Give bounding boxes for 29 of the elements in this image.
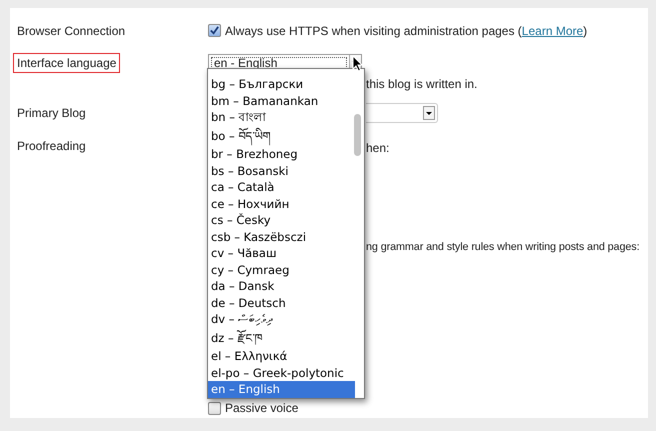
- language-option[interactable]: da – Dansk: [208, 278, 355, 294]
- language-option[interactable]: bm – Bamanankan: [208, 92, 355, 109]
- language-option[interactable]: el-po – Greek-polytonic: [208, 364, 355, 381]
- language-option[interactable]: cs – Česky: [208, 212, 355, 228]
- language-option[interactable]: dv – ދިވެހިބަސް: [208, 311, 355, 328]
- field-label: Interface language: [13, 53, 120, 73]
- language-option[interactable]: bn – বাংলা: [208, 109, 355, 126]
- language-option[interactable]: cv – Чăваш: [208, 245, 355, 262]
- field-label: Primary Blog: [16, 105, 87, 122]
- language-option[interactable]: en – English: [208, 381, 355, 398]
- help-text: ng grammar and style rules when writing posts and pages:: [366, 241, 640, 253]
- field-label: Proofreading: [16, 138, 87, 155]
- language-option[interactable]: el – Ελληνικά: [208, 348, 355, 364]
- language-option[interactable]: csb – Kaszëbsczi: [208, 228, 355, 245]
- language-option[interactable]: ce – Нохчийн: [208, 196, 355, 212]
- language-option[interactable]: cy – Cymraeg: [208, 262, 355, 278]
- help-text: this blog is written in.: [366, 77, 478, 91]
- language-option[interactable]: bo – བོད་ཡིག: [208, 126, 355, 146]
- checkbox-label: Passive voice: [225, 401, 298, 415]
- field-label: Browser Connection: [16, 22, 126, 40]
- learn-more-link[interactable]: Learn More: [522, 24, 584, 38]
- language-option[interactable]: dz – རྫོང་ཁ: [208, 328, 355, 348]
- language-option[interactable]: de – Deutsch: [208, 294, 355, 311]
- language-option[interactable]: bg – Български: [208, 76, 355, 92]
- checkbox-label: Always use HTTPS when visiting administration pages (Learn More): [225, 24, 588, 38]
- language-option[interactable]: br – Brezhoneg: [208, 146, 355, 162]
- language-option[interactable]: bs – Bosanski: [208, 162, 355, 179]
- language-option[interactable]: ca – Català: [208, 179, 355, 196]
- help-text: hen:: [366, 141, 390, 155]
